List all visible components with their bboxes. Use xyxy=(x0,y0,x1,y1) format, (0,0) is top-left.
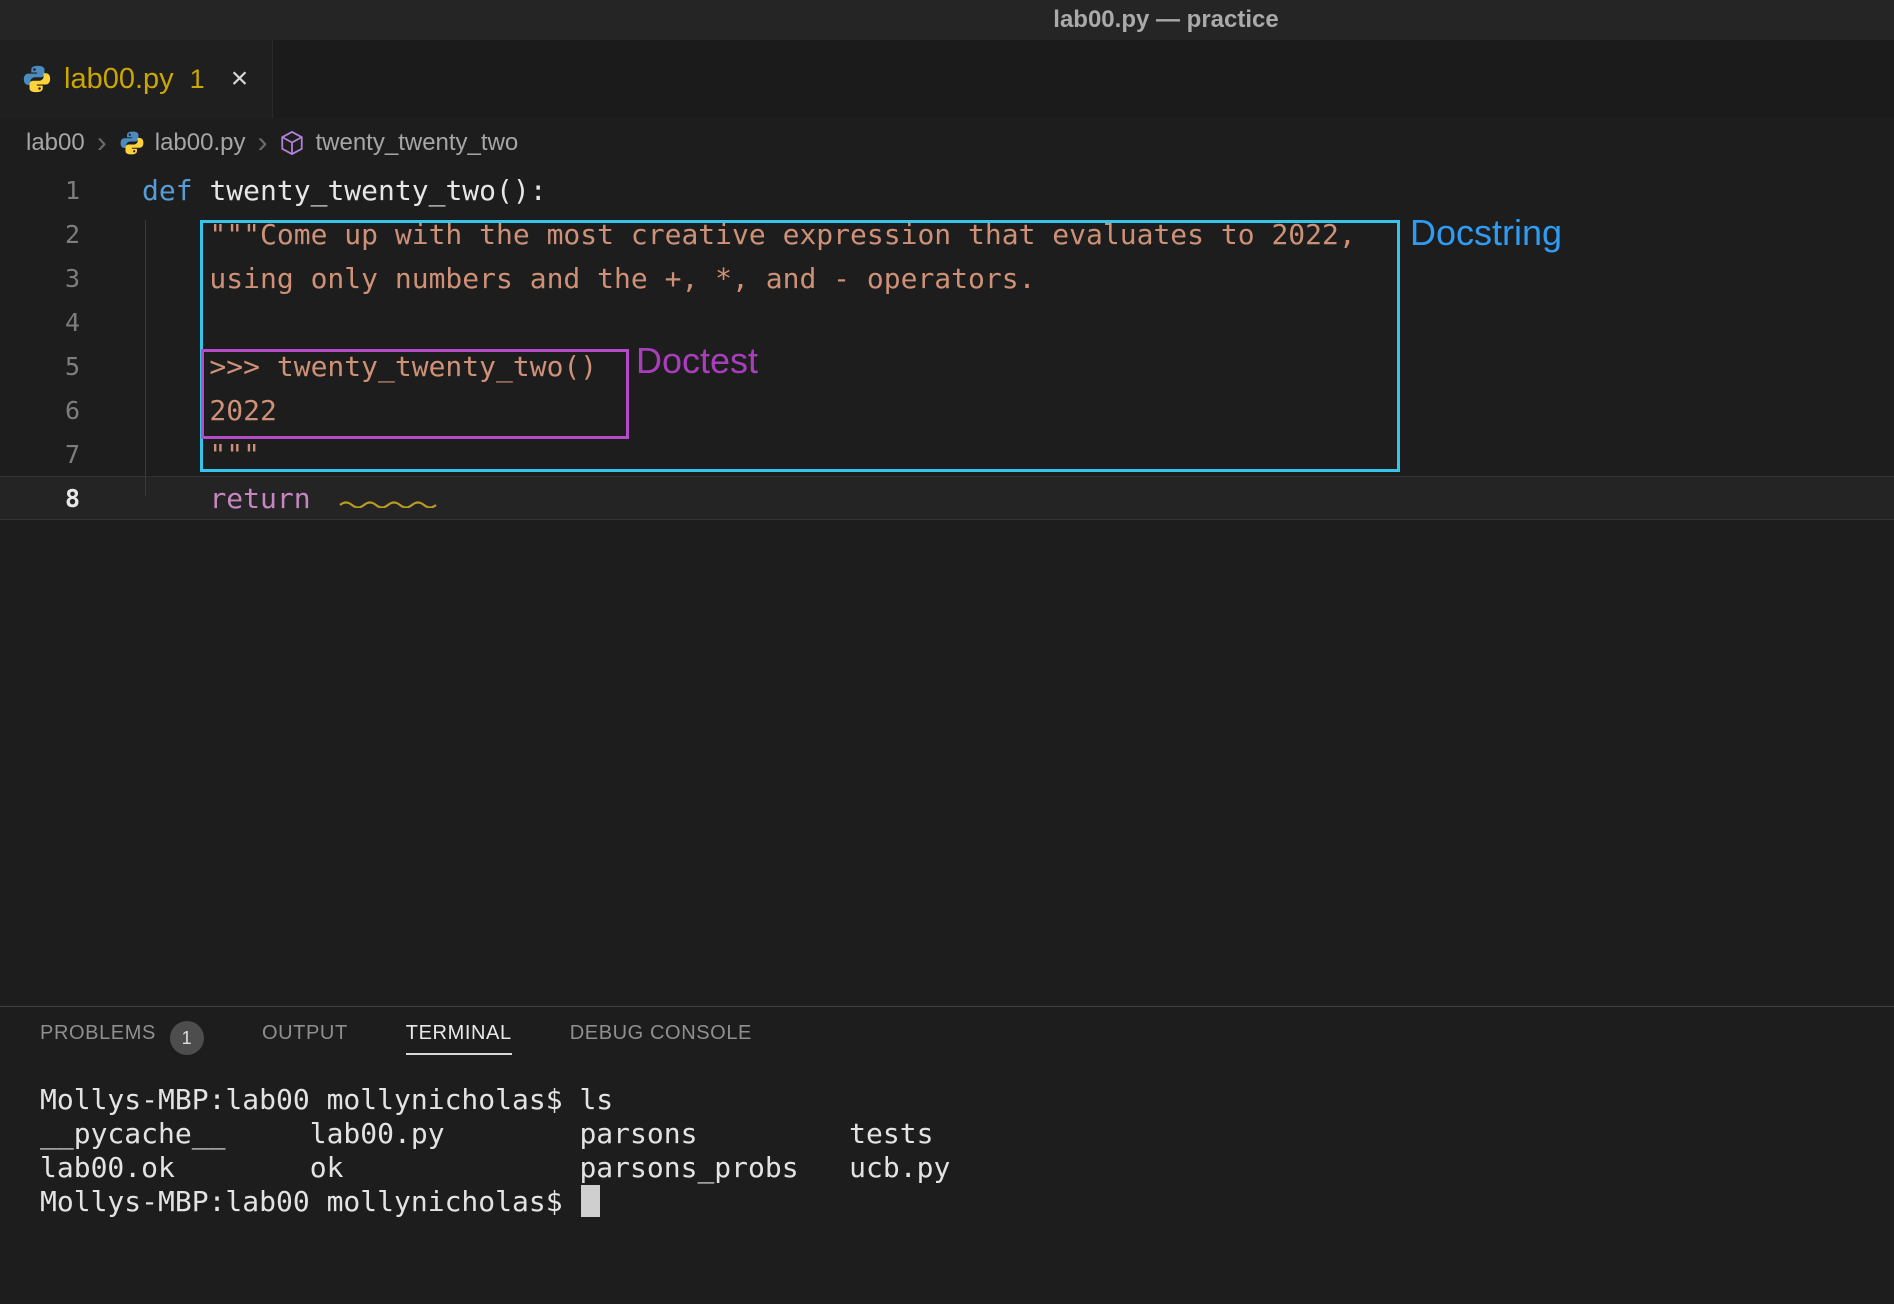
line-number: 8 xyxy=(0,484,104,513)
code-line[interactable]: 7 """ xyxy=(0,432,1894,476)
line-number: 5 xyxy=(0,352,104,381)
doctest-annotation-label: Doctest xyxy=(636,340,758,382)
python-icon xyxy=(22,64,52,94)
code-line-current[interactable]: 8 return xyxy=(0,476,1894,520)
doctest-result: 2022 xyxy=(142,394,277,427)
code-line[interactable]: 2 """Come up with the most creative expr… xyxy=(0,212,1894,256)
line-number: 3 xyxy=(0,264,104,293)
docstring-text: """Come up with the most creative expres… xyxy=(142,218,1356,251)
terminal-line: __pycache__ lab00.py parsons tests xyxy=(40,1117,1894,1151)
line-number: 7 xyxy=(0,440,104,469)
breadcrumb-file[interactable]: lab00.py xyxy=(155,129,246,157)
code-line[interactable]: 5 >>> twenty_twenty_two() xyxy=(0,344,1894,388)
code-line[interactable]: 1 def twenty_twenty_two(): xyxy=(0,168,1894,212)
code-line[interactable]: 3 using only numbers and the +, *, and -… xyxy=(0,256,1894,300)
indent-guide xyxy=(145,220,146,496)
docstring-text: using only numbers and the +, *, and - o… xyxy=(142,262,1035,295)
keyword-return: return xyxy=(209,482,310,515)
docstring-close: """ xyxy=(142,438,260,471)
problems-count-badge: 1 xyxy=(170,1021,204,1055)
breadcrumb-symbol[interactable]: twenty_twenty_two xyxy=(315,129,518,157)
tab-problems[interactable]: PROBLEMS 1 xyxy=(40,1021,204,1055)
breadcrumb-folder[interactable]: lab00 xyxy=(26,129,85,157)
panel-tab-bar: PROBLEMS 1 OUTPUT TERMINAL DEBUG CONSOLE xyxy=(0,1007,1894,1069)
line-number: 1 xyxy=(0,176,104,205)
tab-output[interactable]: OUTPUT xyxy=(262,1022,348,1055)
window-title: lab00.py — practice xyxy=(1053,6,1278,34)
editor-tab-lab00[interactable]: lab00.py 1 × xyxy=(0,40,273,118)
keyword-def: def xyxy=(142,174,209,207)
docstring-annotation-label: Docstring xyxy=(1410,212,1562,254)
titlebar: lab00.py — practice xyxy=(0,0,1894,40)
breadcrumb: lab00 › lab00.py › twenty_twenty_two xyxy=(0,118,1894,168)
terminal-line: lab00.ok ok parsons_probs ucb.py xyxy=(40,1151,1894,1185)
tab-bar: lab00.py 1 × xyxy=(0,40,1894,118)
tab-problem-count: 1 xyxy=(190,64,205,95)
line-number: 6 xyxy=(0,396,104,425)
symbol-function-icon xyxy=(279,130,305,156)
punctuation: (): xyxy=(496,174,547,207)
code-line[interactable]: 4 xyxy=(0,300,1894,344)
line-number: 4 xyxy=(0,308,104,337)
tab-filename: lab00.py xyxy=(64,63,174,96)
tab-debug-console[interactable]: DEBUG CONSOLE xyxy=(570,1022,752,1055)
function-name: twenty_twenty_two xyxy=(209,174,496,207)
code-editor[interactable]: 1 def twenty_twenty_two(): 2 """Come up … xyxy=(0,168,1894,1006)
indent xyxy=(142,482,209,515)
chevron-right-icon: › xyxy=(95,128,109,158)
python-icon xyxy=(119,130,145,156)
vscode-window: lab00.py — practice lab00.py 1 × lab00 ›… xyxy=(0,0,1894,1304)
warning-squiggle-icon xyxy=(339,482,439,515)
tab-close-icon[interactable]: × xyxy=(231,64,249,94)
terminal-line: Mollys-MBP:lab00 mollynicholas$ ls xyxy=(40,1083,1894,1117)
tab-terminal[interactable]: TERMINAL xyxy=(406,1022,512,1055)
chevron-right-icon: › xyxy=(255,128,269,158)
line-number: 2 xyxy=(0,220,104,249)
doctest-call: >>> twenty_twenty_two() xyxy=(142,350,597,383)
terminal[interactable]: Mollys-MBP:lab00 mollynicholas$ ls __pyc… xyxy=(0,1069,1894,1219)
code-line[interactable]: 6 2022 xyxy=(0,388,1894,432)
terminal-cursor xyxy=(581,1185,600,1217)
terminal-prompt: Mollys-MBP:lab00 mollynicholas$ xyxy=(40,1185,579,1218)
terminal-prompt-line: Mollys-MBP:lab00 mollynicholas$ xyxy=(40,1185,1894,1219)
bottom-panel: PROBLEMS 1 OUTPUT TERMINAL DEBUG CONSOLE… xyxy=(0,1006,1894,1304)
